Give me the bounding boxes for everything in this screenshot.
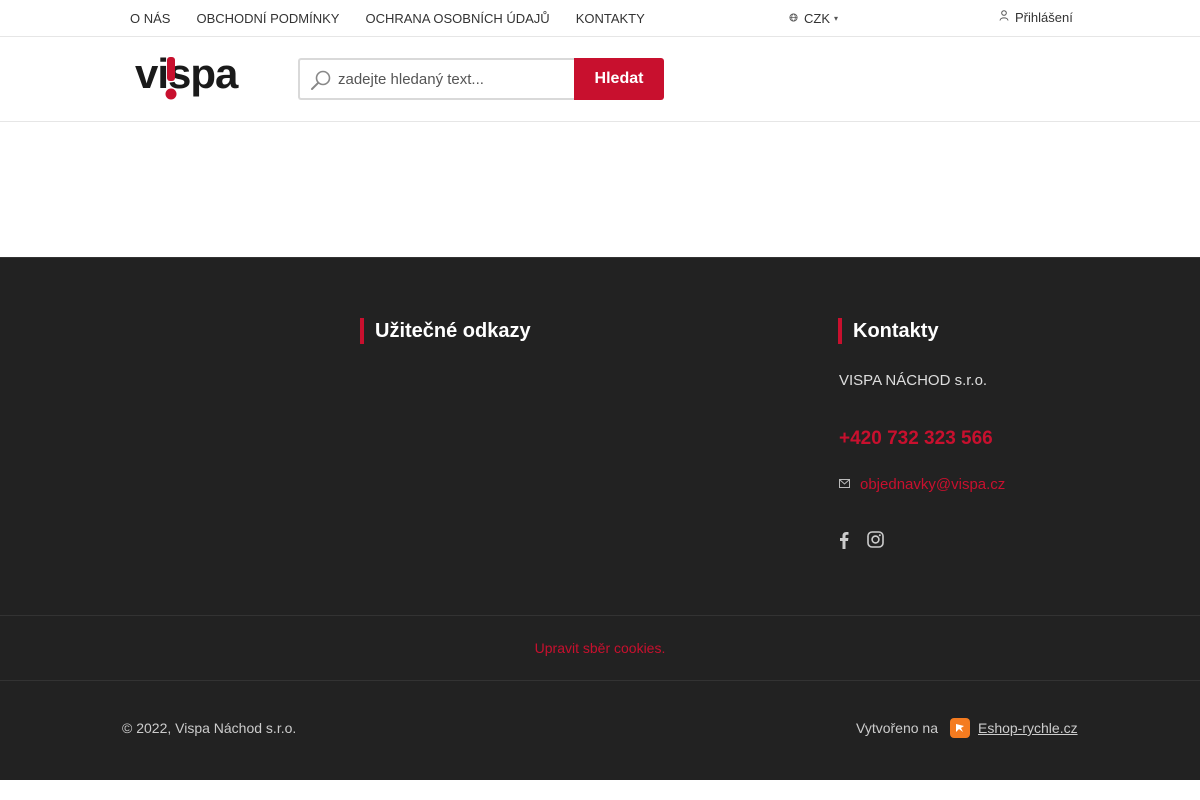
login-link[interactable]: Přihlášení <box>999 0 1073 34</box>
search-box <box>298 58 574 100</box>
top-bar: O NÁS OBCHODNÍ PODMÍNKY OCHRANA OSOBNÍCH… <box>0 0 1200 37</box>
eshop-rychle-link[interactable]: Eshop-rychle.cz <box>978 720 1078 736</box>
created-by: Vytvořeno na Eshop-rychle.cz <box>856 718 1078 738</box>
login-label: Přihlášení <box>1015 9 1073 25</box>
top-nav: O NÁS OBCHODNÍ PODMÍNKY OCHRANA OSOBNÍCH… <box>130 0 671 36</box>
copyright: © 2022, Vispa Náchod s.r.o. <box>122 720 297 736</box>
contacts-title: Kontakty <box>838 318 939 344</box>
search-form: Hledat <box>298 58 664 100</box>
chevron-down-icon: ▾ <box>834 13 839 23</box>
phone-link[interactable]: +420 732 323 566 <box>839 428 993 450</box>
facebook-icon[interactable] <box>839 531 849 554</box>
useful-links-title: Užitečné odkazy <box>360 318 531 344</box>
header: vispa Hledat <box>0 37 1200 122</box>
email-link[interactable]: objednavky@vispa.cz <box>860 476 1005 493</box>
nav-link-obchodni-podminky[interactable]: OBCHODNÍ PODMÍNKY <box>196 11 339 26</box>
globe-icon <box>789 12 798 24</box>
search-input[interactable] <box>338 60 568 98</box>
eshop-rychle-logo-icon <box>949 718 970 738</box>
nav-link-kontakty[interactable]: KONTAKTY <box>576 11 645 26</box>
search-icon <box>311 70 331 90</box>
currency-label: CZK <box>804 10 830 26</box>
envelope-icon <box>839 478 850 491</box>
email-row: objednavky@vispa.cz <box>839 476 1005 493</box>
social-links <box>839 531 902 554</box>
nav-link-ochrana-udaju[interactable]: OCHRANA OSOBNÍCH ÚDAJŮ <box>365 11 549 26</box>
company-name: VISPA NÁCHOD s.r.o. <box>839 372 988 389</box>
logo-text: vispa <box>135 52 239 97</box>
vispa-logo[interactable]: vispa <box>133 50 263 106</box>
created-on-label: Vytvořeno na <box>856 720 938 736</box>
cookie-bar: Upravit sběr cookies. <box>0 615 1200 681</box>
footer: Užitečné odkazy Kontakty VISPA NÁCHOD s.… <box>0 257 1200 780</box>
search-button[interactable]: Hledat <box>574 58 664 100</box>
instagram-icon[interactable] <box>867 531 884 554</box>
currency-selector[interactable]: CZK ▾ <box>789 0 838 36</box>
nav-link-o-nas[interactable]: O NÁS <box>130 11 170 26</box>
cookie-settings-link[interactable]: Upravit sběr cookies. <box>535 640 666 656</box>
user-icon <box>999 10 1009 24</box>
